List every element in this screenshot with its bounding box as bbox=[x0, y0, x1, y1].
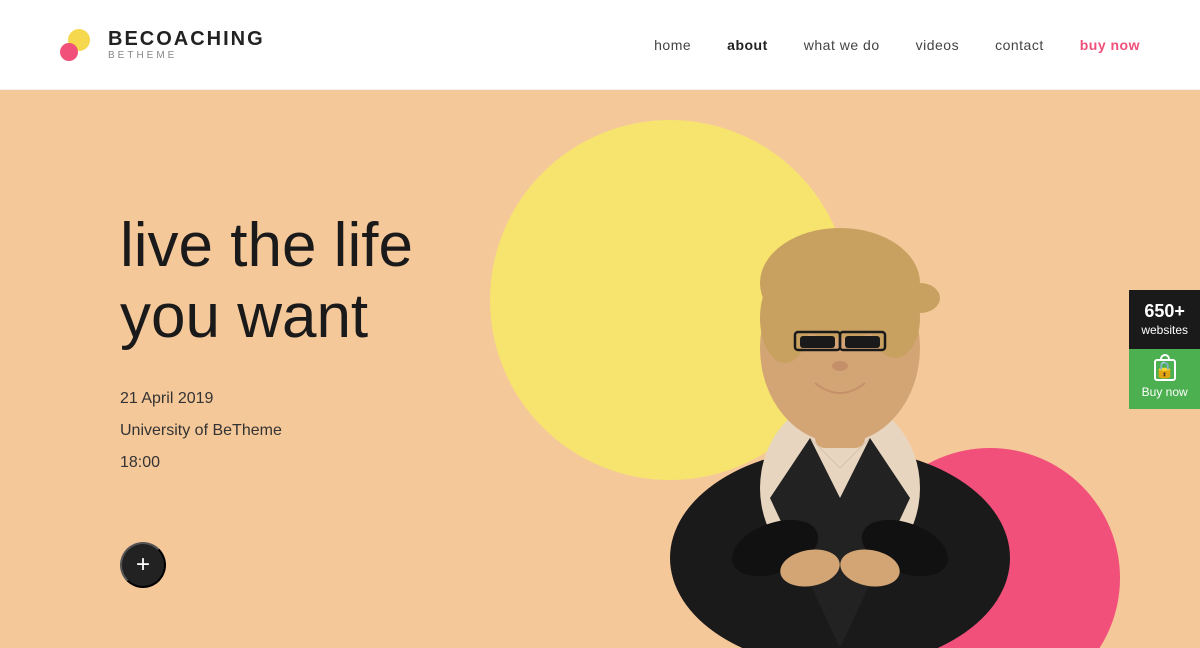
hero-venue: University of BeTheme bbox=[120, 415, 413, 447]
hero-title-line2: you want bbox=[120, 282, 368, 351]
bag-handle-icon bbox=[1160, 354, 1170, 360]
side-widgets: 650+ websites 🔒 Buy now bbox=[1129, 290, 1200, 409]
hero-title: live the life you want bbox=[120, 210, 413, 353]
nav-item-whatwedo[interactable]: what we do bbox=[804, 37, 880, 53]
hero-person-image bbox=[610, 118, 1070, 648]
shopping-bag-icon: 🔒 bbox=[1154, 359, 1176, 381]
websites-widget[interactable]: 650+ websites bbox=[1129, 290, 1200, 349]
nav-item-contact[interactable]: contact bbox=[995, 37, 1044, 53]
nav-item-buynow[interactable]: buy now bbox=[1080, 37, 1140, 53]
plus-button[interactable]: + bbox=[120, 542, 166, 588]
plus-icon: + bbox=[136, 551, 150, 579]
websites-label: websites bbox=[1141, 323, 1188, 337]
hero-date: 21 April 2019 bbox=[120, 383, 413, 415]
dot-pink-icon bbox=[60, 43, 78, 61]
websites-count: 650+ bbox=[1141, 300, 1188, 323]
header: BECOACHING BETHEME home about what we do… bbox=[0, 0, 1200, 90]
logo-text: BECOACHING BETHEME bbox=[108, 28, 265, 61]
buy-now-widget[interactable]: 🔒 Buy now bbox=[1129, 349, 1200, 409]
hero-time: 18:00 bbox=[120, 447, 413, 479]
logo: BECOACHING BETHEME bbox=[60, 28, 265, 61]
nav-item-about[interactable]: about bbox=[727, 37, 768, 53]
person-svg bbox=[610, 118, 1070, 648]
buy-now-label: Buy now bbox=[1142, 385, 1188, 399]
hero-content: live the life you want 21 April 2019 Uni… bbox=[120, 210, 413, 479]
logo-title: BECOACHING bbox=[108, 28, 265, 50]
logo-subtitle: BETHEME bbox=[108, 50, 265, 61]
hero-section: live the life you want 21 April 2019 Uni… bbox=[0, 90, 1200, 648]
hero-title-line1: live the life bbox=[120, 211, 413, 280]
logo-icon bbox=[60, 29, 96, 61]
hero-details: 21 April 2019 University of BeTheme 18:0… bbox=[120, 383, 413, 479]
nav-item-videos[interactable]: videos bbox=[916, 37, 959, 53]
lock-icon: 🔒 bbox=[1155, 360, 1175, 380]
main-nav: home about what we do videos contact buy… bbox=[654, 37, 1140, 53]
nav-item-home[interactable]: home bbox=[654, 37, 691, 53]
